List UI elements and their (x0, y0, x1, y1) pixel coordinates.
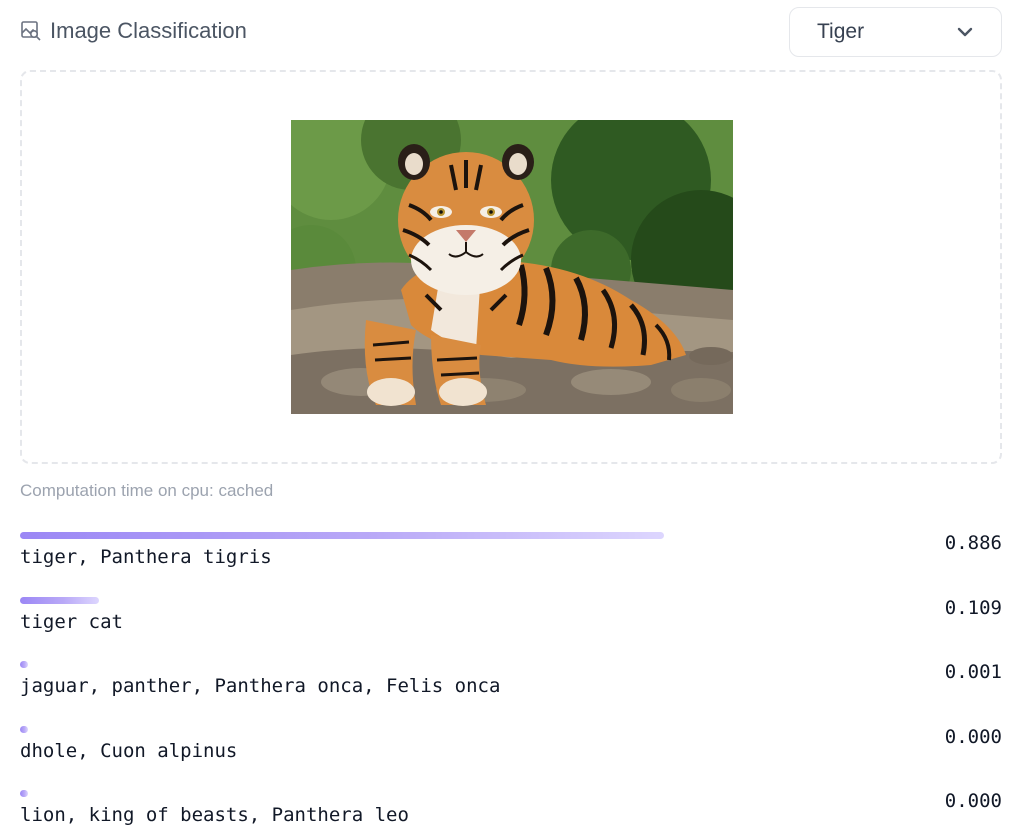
dropdown-selected-value: Tiger (817, 20, 865, 43)
result-score: 0.886 (944, 532, 1002, 554)
score-bar (20, 661, 28, 668)
result-row: tiger, Panthera tigris 0.886 (0, 532, 1024, 592)
result-score: 0.000 (944, 790, 1002, 812)
result-label: tiger cat (20, 611, 123, 633)
result-label: lion, king of beasts, Panthera leo (20, 804, 409, 826)
result-score: 0.109 (944, 597, 1002, 619)
tiger-photo (291, 120, 733, 414)
result-row: jaguar, panther, Panthera onca, Felis on… (0, 661, 1024, 721)
example-select-dropdown[interactable]: Tiger (789, 7, 1002, 57)
computation-time-text: Computation time on cpu: cached (20, 481, 274, 500)
chevron-down-icon (955, 22, 975, 42)
inference-widget: Image Classification Tiger Computation t… (0, 0, 1024, 830)
score-bar (20, 532, 665, 539)
score-bar (20, 790, 28, 797)
result-label: jaguar, panther, Panthera onca, Felis on… (20, 675, 501, 697)
widget-header: Image Classification Tiger (0, 0, 1024, 66)
result-label: tiger, Panthera tigris (20, 546, 272, 568)
result-row: dhole, Cuon alpinus 0.000 (0, 726, 1024, 786)
result-label: dhole, Cuon alpinus (20, 740, 238, 762)
result-row: tiger cat 0.109 (0, 597, 1024, 657)
result-score: 0.000 (944, 726, 1002, 748)
score-bar (20, 597, 100, 604)
score-bar (20, 726, 28, 733)
image-search-icon (20, 20, 42, 42)
result-row: lion, king of beasts, Panthera leo 0.000 (0, 790, 1024, 830)
task-title: Image Classification (20, 18, 247, 44)
image-dropzone[interactable] (20, 70, 1002, 464)
task-title-label: Image Classification (50, 18, 247, 43)
result-score: 0.001 (944, 661, 1002, 683)
